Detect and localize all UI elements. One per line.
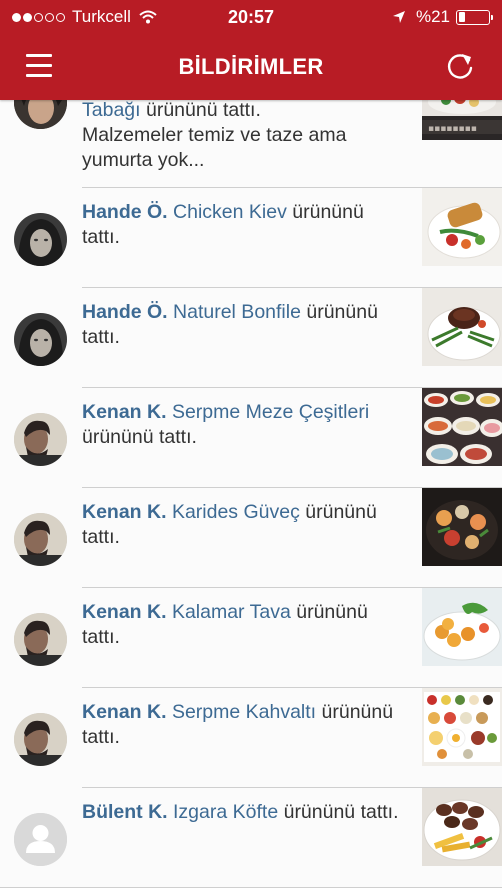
- product-link[interactable]: Chicken Kiev: [173, 201, 287, 223]
- page-title: BİLDİRİMLER: [178, 54, 324, 79]
- user-name[interactable]: Hande Ö.: [82, 301, 168, 323]
- list-item[interactable]: Tabağı ürününü tattı. Malzemeler temiz v…: [0, 76, 502, 188]
- notification-text: Kenan K. Karides Güveç ürününü tattı.: [82, 501, 377, 548]
- user-name[interactable]: Kenan K.: [82, 401, 167, 423]
- notification-text: Hande Ö. Chicken Kiev ürününü tattı.: [82, 201, 364, 248]
- battery-level: [458, 12, 465, 22]
- product-link[interactable]: Kalamar Tava: [172, 601, 291, 623]
- list-item[interactable]: Kenan K. Serpme Meze Çeşitleri ürününü t…: [0, 388, 502, 488]
- product-thumbnail[interactable]: [422, 788, 502, 866]
- hamburger-icon: [26, 64, 52, 67]
- product-link[interactable]: Karides Güveç: [172, 501, 300, 523]
- signal-dot-icon: [12, 12, 21, 22]
- nav-bar: BİLDİRİMLER: [0, 34, 502, 100]
- signal-dot-icon: [56, 12, 65, 22]
- notification-text: Tabağı ürününü tattı. Malzemeler temiz v…: [82, 99, 347, 171]
- notification-text: Bülent K. Izgara Köfte ürününü tattı.: [82, 801, 399, 823]
- hamburger-icon: [26, 74, 52, 77]
- divider: [0, 887, 502, 888]
- product-thumbnail[interactable]: [422, 288, 502, 366]
- location-arrow-icon: [392, 11, 405, 23]
- avatar: [14, 713, 67, 766]
- user-name[interactable]: Kenan K.: [82, 501, 167, 523]
- user-name[interactable]: Bülent K.: [82, 801, 168, 823]
- avatar: [14, 213, 67, 266]
- user-name[interactable]: Hande Ö.: [82, 201, 168, 223]
- wifi-icon: [139, 10, 157, 24]
- signal-carrier: Turkcell: [12, 0, 157, 34]
- product-link[interactable]: Izgara Köfte: [173, 801, 278, 823]
- notification-text: Kenan K. Serpme Kahvaltı ürününü tattı.: [82, 701, 394, 748]
- avatar: [14, 513, 67, 566]
- list-item[interactable]: Kenan K. Kalamar Tava ürününü tattı.: [0, 588, 502, 688]
- product-thumbnail[interactable]: [422, 588, 502, 666]
- user-name[interactable]: Kenan K.: [82, 701, 167, 723]
- signal-dot-icon: [34, 12, 43, 22]
- list-item[interactable]: Kenan K. Serpme Kahvaltı ürününü tattı.: [0, 688, 502, 788]
- user-name[interactable]: Kenan K.: [82, 601, 167, 623]
- status-right: %21: [392, 0, 493, 34]
- list-item[interactable]: Kenan K. Karides Güveç ürününü tattı.: [0, 488, 502, 588]
- product-thumbnail[interactable]: [422, 688, 502, 766]
- menu-button[interactable]: [26, 54, 52, 78]
- carrier-name: Turkcell: [72, 7, 131, 26]
- product-thumbnail[interactable]: [422, 388, 502, 466]
- product-link[interactable]: Naturel Bonfile: [173, 301, 301, 323]
- list-item[interactable]: Hande Ö. Chicken Kiev ürününü tattı.: [0, 188, 502, 288]
- user-icon: [14, 813, 67, 866]
- avatar: [14, 313, 67, 366]
- avatar: [14, 413, 67, 466]
- signal-dot-icon: [23, 12, 32, 22]
- signal-dot-icon: [45, 12, 54, 22]
- hamburger-icon: [26, 54, 52, 57]
- avatar: [14, 613, 67, 666]
- refresh-icon[interactable]: [442, 48, 478, 84]
- notification-text: Kenan K. Serpme Meze Çeşitleri ürününü t…: [82, 401, 370, 448]
- product-thumbnail[interactable]: [422, 488, 502, 566]
- svg-text:▪▪▪▪▪▪▪▪: ▪▪▪▪▪▪▪▪: [428, 124, 477, 134]
- product-link[interactable]: Tabağı: [82, 99, 141, 121]
- product-link[interactable]: Serpme Meze Çeşitleri: [172, 401, 369, 423]
- product-thumbnail[interactable]: [422, 188, 502, 266]
- list-item[interactable]: Bülent K. Izgara Köfte ürününü tattı.: [0, 788, 502, 888]
- battery-icon: [456, 9, 493, 25]
- comment-text: Malzemeler temiz ve taze ama yumurta yok…: [82, 124, 347, 171]
- notification-text: Kenan K. Kalamar Tava ürününü tattı.: [82, 601, 368, 648]
- notification-text: Hande Ö. Naturel Bonfile ürününü tattı.: [82, 301, 378, 348]
- battery-percent: %21: [415, 7, 450, 26]
- avatar-placeholder: [14, 813, 67, 866]
- product-link[interactable]: Serpme Kahvaltı: [172, 701, 316, 723]
- status-bar: Turkcell 20:57 %21: [0, 0, 502, 34]
- app-header: Turkcell 20:57 %21 BİLDİRİMLER: [0, 0, 502, 100]
- list-item[interactable]: Hande Ö. Naturel Bonfile ürününü tattı.: [0, 288, 502, 388]
